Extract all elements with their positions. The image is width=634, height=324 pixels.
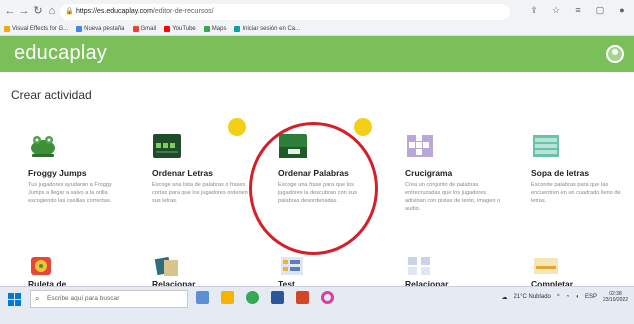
card-description: Escoge una lista de palabras o frases co…	[152, 182, 248, 204]
bookmark-item[interactable]: YouTube	[164, 26, 196, 32]
task-view-icon[interactable]	[196, 291, 209, 304]
reading-list-icon[interactable]: ≡	[572, 5, 584, 16]
new-badge-icon	[354, 118, 372, 136]
card-description: Crea un conjunto de palabras entrecruzad…	[405, 182, 501, 212]
search-placeholder: Escribe aquí para buscar	[47, 295, 120, 302]
url-host: https://es.educaplay.com	[76, 8, 153, 15]
crossword-icon	[407, 135, 433, 157]
bookmark-item[interactable]: Maps	[203, 26, 226, 32]
card-title: Crucigrama	[405, 168, 453, 178]
card-title: Sopa de letras	[531, 168, 590, 178]
language-indicator[interactable]: ESP	[585, 294, 597, 300]
roulette-icon	[31, 257, 51, 275]
home-icon[interactable]: ⌂	[45, 4, 59, 18]
star-icon[interactable]: ☆	[550, 5, 562, 16]
volume-icon[interactable]: ◖	[575, 294, 579, 300]
search-icon: ⌕	[35, 294, 40, 303]
user-avatar-icon[interactable]	[606, 45, 624, 63]
bookmark-item[interactable]: Visual Effects for G...	[4, 26, 68, 32]
profile-icon[interactable]: ●	[616, 5, 628, 16]
complete-icon	[534, 258, 558, 274]
page-title: Crear actividad	[11, 88, 92, 102]
columns-icon	[408, 257, 430, 275]
forward-icon[interactable]: →	[17, 4, 31, 18]
file-explorer-icon[interactable]	[221, 291, 234, 304]
bookmark-item[interactable]: Nueva pestaña	[76, 26, 125, 32]
card-description: Tus jugadores ayudarán a Froggy Jumps a …	[28, 182, 112, 204]
window-icon[interactable]: ▢	[594, 5, 606, 16]
test-icon	[281, 257, 303, 275]
chrome-icon[interactable]	[246, 291, 259, 304]
clock[interactable]: 02:38 23/10/2022	[603, 291, 628, 303]
app-header: educaplay	[0, 36, 634, 72]
back-icon[interactable]: ←	[3, 4, 17, 18]
windows-start-icon[interactable]	[8, 293, 22, 307]
bookmarks-bar: Visual Effects for G... Nueva pestaña Gm…	[4, 23, 300, 35]
match-cards-icon	[154, 256, 178, 276]
new-badge-icon	[228, 118, 246, 136]
activity-card-crucigrama[interactable]: Crucigrama Crea un conjunto de palabras …	[405, 133, 505, 233]
url-path: /editor-de-recursos/	[152, 8, 214, 15]
frog-icon	[31, 136, 55, 157]
activity-card-ordenar-letras[interactable]: Ordenar Letras Escoge una lista de palab…	[152, 133, 252, 223]
word-icon[interactable]	[271, 291, 284, 304]
card-title: Froggy Jumps	[28, 168, 87, 178]
weather-text[interactable]: 21°C Nublado	[513, 294, 550, 300]
activity-card-sopa-de-letras[interactable]: Sopa de letras Esconde palabras para que…	[531, 133, 631, 223]
powerpoint-icon[interactable]	[296, 291, 309, 304]
system-tray: ☁ 21°C Nublado ^ ◔ ◖ ESP 02:38 23/10/202…	[501, 291, 628, 303]
activity-card-completar[interactable]: Completar	[531, 254, 631, 290]
chevron-up-icon[interactable]: ^	[557, 294, 560, 300]
weather-icon[interactable]: ☁	[501, 294, 507, 301]
network-icon[interactable]: ◔	[566, 294, 570, 300]
educaplay-logo[interactable]: educaplay	[14, 42, 107, 65]
browser-chrome: ← → ↻ ⌂ 🔒 https://es.educaplay.com/edito…	[0, 0, 634, 36]
taskbar: ⌕ Escribe aquí para buscar ☁ 21°C Nublad…	[0, 286, 634, 324]
bookmark-item[interactable]: Iniciar sesión en Ca...	[234, 26, 300, 32]
activity-card-test[interactable]: Test	[278, 254, 378, 290]
highlight-circle	[249, 122, 378, 255]
taskbar-search-input[interactable]: ⌕ Escribe aquí para buscar	[30, 290, 188, 308]
activity-card-ruleta[interactable]: Ruleta de	[28, 254, 128, 290]
bookmark-item[interactable]: Gmail	[132, 26, 156, 32]
address-bar[interactable]: 🔒 https://es.educaplay.com/editor-de-rec…	[60, 4, 510, 20]
reload-icon[interactable]: ↻	[31, 4, 45, 18]
browser-nav-row: ← → ↻ ⌂ 🔒 https://es.educaplay.com/edito…	[0, 2, 634, 22]
activity-card-relacionar[interactable]: Relacionar	[152, 254, 252, 290]
card-title: Ordenar Letras	[152, 168, 213, 178]
lock-icon: 🔒	[65, 8, 74, 15]
app-icon[interactable]	[321, 291, 334, 304]
activity-card-froggy-jumps[interactable]: Froggy Jumps Tus jugadores ayudarán a Fr…	[28, 133, 128, 223]
word-search-icon	[533, 135, 559, 157]
share-icon[interactable]: ⇪	[528, 5, 540, 16]
card-description: Esconde palabras para que las encuentren…	[531, 182, 621, 204]
letters-board-icon	[153, 134, 181, 158]
activity-card-relacionar-columnas[interactable]: Relacionar	[405, 254, 505, 290]
clock-date: 23/10/2022	[602, 297, 628, 303]
